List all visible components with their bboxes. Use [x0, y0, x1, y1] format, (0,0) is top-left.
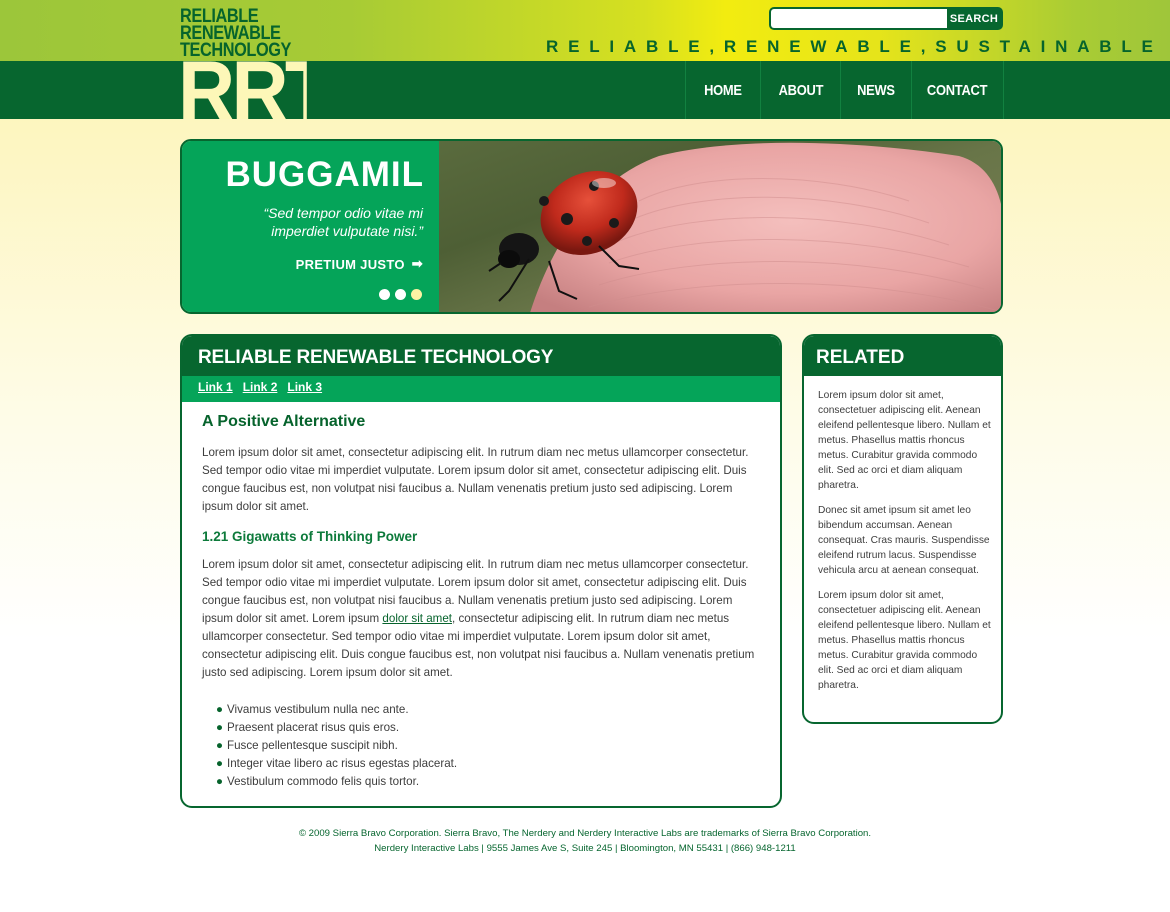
- hero-ladybug-image: [439, 141, 1001, 312]
- article-heading: A Positive Alternative: [202, 413, 366, 430]
- bullet-icon: ●: [216, 739, 224, 752]
- search-form: SEARCH: [769, 7, 1003, 30]
- main-content-panel: RELIABLE RENEWABLE TECHNOLOGY Link 1 Lin…: [180, 334, 782, 808]
- slider-dot-2[interactable]: [395, 289, 406, 300]
- main-article: A Positive Alternative Lorem ipsum dolor…: [182, 402, 780, 791]
- related-body: Lorem ipsum dolor sit amet, consectetuer…: [804, 376, 1001, 693]
- nav-item-label: NEWS: [857, 81, 895, 99]
- logo-mark[interactable]: RRT: [178, 52, 307, 119]
- site-footer: © 2009 Sierra Bravo Corporation. Sierra …: [0, 826, 1170, 856]
- arrow-right-icon: ➡: [411, 256, 423, 271]
- related-paragraph-3: Lorem ipsum dolor sit amet, consectetuer…: [818, 590, 991, 691]
- nav-item-contact[interactable]: CONTACT: [912, 61, 1004, 119]
- nav-item-news[interactable]: NEWS: [841, 61, 912, 119]
- hero-title: BUGGAMIL: [225, 155, 424, 194]
- sub-link-2[interactable]: Link 2: [243, 380, 278, 402]
- site-tagline: RELIABLE,RENEWABLE,SUSTAINABLE: [546, 37, 1163, 56]
- list-item-text: Vestibulum commodo felis quis tortor.: [227, 775, 420, 788]
- main-nav: HOME ABOUT NEWS CONTACT: [685, 61, 1004, 119]
- search-button[interactable]: SEARCH: [947, 9, 1001, 28]
- nav-item-label: CONTACT: [927, 81, 988, 99]
- list-item: ● Integer vitae libero ac risus egestas p…: [216, 755, 760, 773]
- nav-item-about[interactable]: ABOUT: [761, 61, 841, 119]
- hero-quote: “Sed tempor odio vitae mi imperdiet vulp…: [263, 205, 423, 239]
- main-sub-links: Link 1 Link 2 Link 3: [182, 376, 780, 402]
- nav-item-label: HOME: [704, 81, 742, 99]
- main-panel-title: RELIABLE RENEWABLE TECHNOLOGY: [182, 336, 780, 376]
- hero-caption-panel: BUGGAMIL “Sed tempor odio vitae mi imper…: [182, 141, 439, 312]
- list-item-text: Integer vitae libero ac risus egestas pl…: [227, 757, 458, 770]
- hero-cta-label: PRETIUM JUSTO: [295, 256, 405, 272]
- article-paragraph-1: Lorem ipsum dolor sit amet, consectetur …: [202, 446, 749, 513]
- article-subheading: 1.21 Gigawatts of Thinking Power: [202, 529, 418, 544]
- bullet-icon: ●: [216, 757, 224, 770]
- slider-dot-1[interactable]: [379, 289, 390, 300]
- inline-link[interactable]: dolor sit amet: [382, 612, 452, 625]
- bullet-list: ● Vivamus vestibulum nulla nec ante. ● Pra…: [216, 701, 760, 791]
- related-title: RELATED: [804, 336, 1001, 376]
- nav-item-home[interactable]: HOME: [686, 61, 761, 119]
- hero-cta-link[interactable]: PRETIUM JUSTO ➡: [296, 256, 423, 272]
- list-item: ● Vestibulum commodo felis quis tortor.: [216, 773, 760, 791]
- slider-dots: [379, 289, 422, 300]
- footer-address: Nerdery Interactive Labs | 9555 James Av…: [374, 843, 796, 854]
- list-item-text: Vivamus vestibulum nulla nec ante.: [227, 703, 409, 716]
- list-item-text: Fusce pellentesque suscipit nibh.: [227, 739, 398, 752]
- search-input[interactable]: [771, 9, 947, 28]
- ladybug-photo-illustration: [488, 142, 1001, 312]
- slider-dot-3[interactable]: [411, 289, 422, 300]
- list-item: ● Praesent placerat risus quis eros.: [216, 719, 760, 737]
- list-item: ● Fusce pellentesque suscipit nibh.: [216, 737, 760, 755]
- article-paragraph-2: Lorem ipsum dolor sit amet, consectetur …: [202, 556, 760, 682]
- list-item: ● Vivamus vestibulum nulla nec ante.: [216, 701, 760, 719]
- footer-copyright: © 2009 Sierra Bravo Corporation. Sierra …: [298, 828, 872, 839]
- hero-slider: BUGGAMIL “Sed tempor odio vitae mi imper…: [180, 139, 1003, 314]
- nav-item-label: ABOUT: [778, 81, 823, 99]
- list-item-text: Praesent placerat risus quis eros.: [227, 721, 400, 734]
- sub-link-1[interactable]: Link 1: [198, 380, 233, 402]
- related-sidebar: RELATED Lorem ipsum dolor sit amet, cons…: [802, 334, 1003, 724]
- sub-link-3[interactable]: Link 3: [287, 380, 322, 402]
- bullet-icon: ●: [216, 721, 224, 734]
- related-paragraph-1: Lorem ipsum dolor sit amet, consectetuer…: [818, 390, 991, 491]
- bullet-icon: ●: [216, 703, 224, 716]
- related-paragraph-2: Donec sit amet ipsum sit amet leo bibend…: [818, 505, 990, 576]
- bullet-icon: ●: [216, 775, 224, 788]
